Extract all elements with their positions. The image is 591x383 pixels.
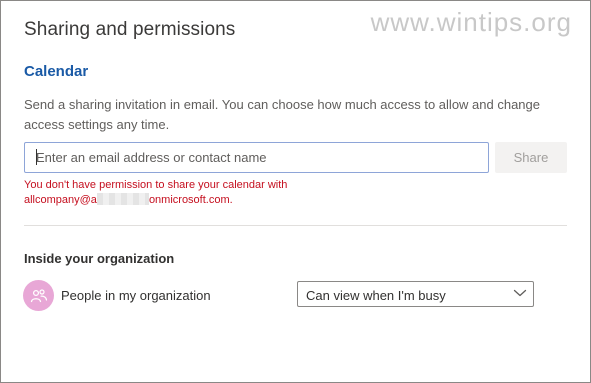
sharing-description: Send a sharing invitation in email. You … (24, 97, 540, 132)
section-divider (24, 225, 567, 226)
error-line-1: You don't have permission to share your … (24, 179, 288, 191)
calendar-heading: Calendar (24, 63, 89, 80)
chevron-down-icon (513, 289, 527, 297)
dialog-title: Sharing and permissions (24, 19, 236, 40)
watermark: www.wintips.org (370, 7, 572, 37)
error-line-2: allcompany@a onmicrosoft.com. (24, 193, 287, 208)
error-email-prefix: allcompany@a (24, 194, 97, 206)
email-input[interactable] (24, 142, 489, 173)
organization-item-label: People in my organization (61, 288, 211, 303)
permission-value: Can view when I'm busy (306, 288, 446, 303)
error-email-suffix: onmicrosoft.com. (148, 194, 233, 206)
people-icon-glyph (30, 288, 47, 302)
people-icon (23, 280, 54, 311)
share-button[interactable]: Share (495, 142, 567, 173)
sharing-dialog: Sharing and permissions www.wintips.org … (0, 0, 591, 383)
organization-heading: Inside your organization (24, 251, 175, 266)
permission-dropdown[interactable]: Can view when I'm busy (297, 281, 534, 307)
permission-error: You don't have permission to share your … (24, 178, 287, 208)
text-caret (36, 149, 37, 165)
redacted-block (96, 193, 149, 205)
